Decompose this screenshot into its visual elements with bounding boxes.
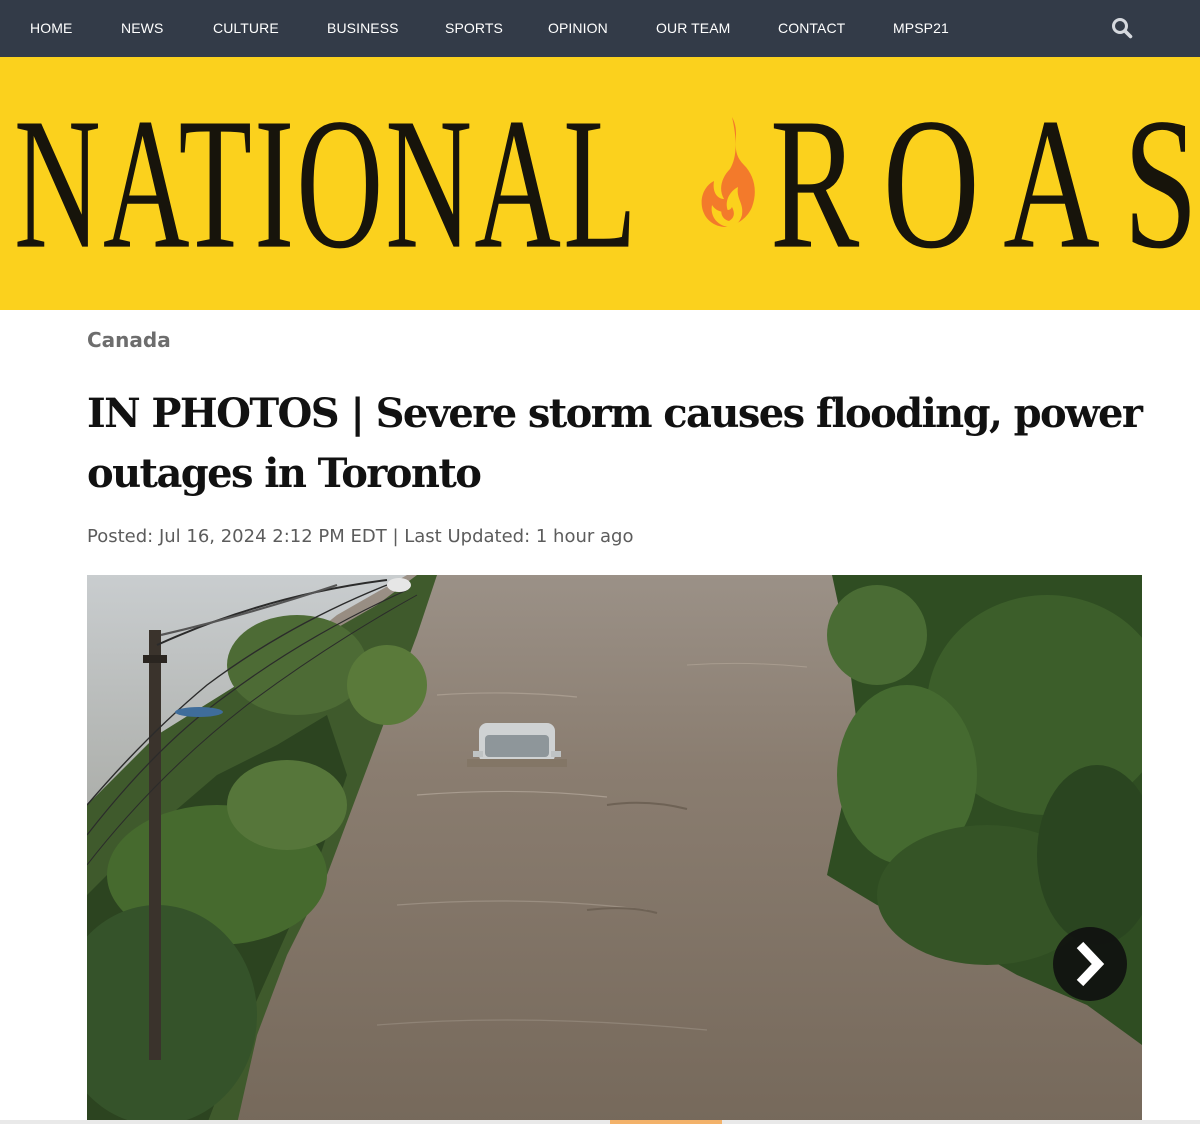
flooded-road-photo: [87, 575, 1142, 1124]
bottom-bar-accent: [610, 1120, 722, 1124]
top-nav: HOME NEWS CULTURE BUSINESS SPORTS OPINIO…: [0, 0, 1200, 57]
nav-item-contact[interactable]: CONTACT: [778, 0, 845, 57]
nav-item-home[interactable]: HOME: [30, 0, 72, 57]
nav-item-sports[interactable]: SPORTS: [445, 0, 503, 57]
nav-item-culture[interactable]: CULTURE: [213, 0, 279, 57]
gallery-photo: [87, 575, 1142, 1124]
gallery-next-button[interactable]: [1053, 927, 1127, 1001]
nav-item-our-team[interactable]: OUR TEAM: [656, 0, 730, 57]
nav-item-mpsp21[interactable]: MPSP21: [893, 0, 949, 57]
chevron-right-icon: [1076, 941, 1105, 987]
article-meta: Posted: Jul 16, 2024 2:12 PM EDT | Last …: [87, 526, 634, 547]
nav-item-opinion[interactable]: OPINION: [548, 0, 608, 57]
article-headline: IN PHOTOS | Severe storm causes flooding…: [87, 390, 1143, 497]
masthead-logo[interactable]: NATIONAL ROAST: [0, 57, 1200, 310]
flame-icon: [701, 117, 755, 227]
search-icon[interactable]: [1110, 16, 1134, 40]
nav-item-news[interactable]: NEWS: [121, 0, 163, 57]
article-category[interactable]: Canada: [87, 326, 171, 354]
logo-wordmark-national: NATIONAL: [14, 79, 639, 288]
logo-wordmark-roast: ROAST: [770, 79, 1200, 288]
nav-item-business[interactable]: BUSINESS: [327, 0, 399, 57]
bottom-scroll-bar: [0, 1120, 1200, 1124]
